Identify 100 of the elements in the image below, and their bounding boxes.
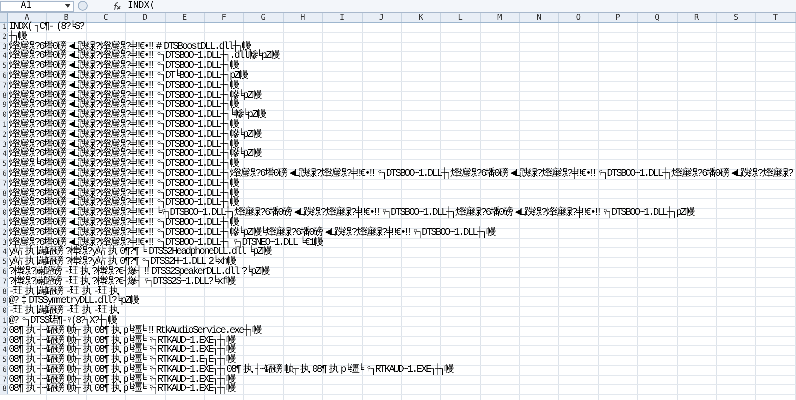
cell-text: ┤~罐磅 (37, 326, 64, 336)
cell-reference: A1 (21, 2, 32, 10)
cell-text: ?榫缐?闢罐磅 (9, 278, 62, 287)
cell-text: ◀L跌缐?烽缠缐?╪‼€•‼ (68, 42, 154, 52)
cell-text: 执 (26, 326, 34, 336)
column-header[interactable]: G (244, 13, 284, 22)
cell-text: -玨 (66, 307, 79, 316)
cell-text: 烽缠缐?6墦0磅 (9, 72, 66, 81)
column-header[interactable]: P (598, 13, 638, 22)
cell-text: p╘缰╘ (123, 326, 146, 336)
cell-text: ♀┐DTSBOO~1.DLL┼┐幔 (156, 62, 238, 71)
cell-text: ◀L跌缐?烽缠缐?╪‼€•‼ (325, 228, 410, 238)
column-header[interactable]: E (166, 13, 205, 22)
cell-text: DTSS2SpeakerDLL.dll (151, 268, 239, 277)
cell-text: 执 (111, 385, 120, 394)
cell-text: 执 (80, 268, 90, 277)
cell-text: 闢罐磅 (36, 258, 63, 267)
cell-text: ◀L跌缐?烽缠缐?╪‼€•‼ (68, 82, 154, 91)
cell-text: ♀┐DT╘BOO~1.DLL┼┐pZ幔 (156, 72, 248, 81)
cell-text: ◀L跌缐?烽缠缐?╪‼€•‼ (68, 170, 154, 179)
column-header[interactable]: J (362, 13, 402, 22)
column-header[interactable]: H (284, 13, 324, 22)
cell-text: 执 (26, 376, 34, 384)
cell-text: 08¶ (9, 385, 23, 394)
function-icon[interactable] (112, 2, 122, 10)
cell-text: 帧┬ (66, 326, 80, 336)
column-header[interactable]: M (480, 13, 520, 22)
cell-text: ♀┐DTSBOO~1.DLL┼┐幔 (156, 180, 238, 189)
cell-text: 执 (82, 288, 90, 296)
cell-text: ♀┐DTSBOO~1.DLL┼┐幓╘pZ幔╘烽缠缐?6墦0磅 (156, 228, 322, 238)
cell-text: 2╘xh幔 (208, 258, 236, 267)
cell-text: ◀L跌缐?烽缠缐?╪‼€•‼ (515, 209, 600, 218)
cell-text: ◀L跌缐?烽缠缐?╪‼€•‼ (68, 218, 154, 228)
formula-text[interactable]: INDX( (128, 2, 156, 10)
column-header[interactable]: R (678, 13, 718, 22)
cell-text: 08¶ (94, 336, 108, 346)
column-header[interactable]: D (126, 13, 166, 22)
cell-text: ◀L跌缐?烽缠缐?╪‼€•‼ (68, 92, 154, 100)
column-header[interactable]: I (323, 13, 363, 22)
cell-text: ♀┐DTSBOO~1.DLL┼┐幔 (156, 82, 238, 91)
cell-text: p╘缰╘ (340, 366, 364, 375)
cell-text: ♀┐DTSBOO~1.DLL┼┐ (156, 238, 230, 248)
column-header[interactable]: C (86, 13, 126, 22)
cell-text: ?╘pZ幔 (242, 268, 269, 277)
cell-text: 执 (111, 356, 120, 365)
cell-text: 烽缠缐?6墦0磅 (9, 140, 66, 150)
cell-text: 08¶ (94, 356, 108, 365)
cell-text: ♀┐DTSBOO~1.DLL┼┐幔 (412, 228, 495, 238)
cell-text: ♀┐DTSBOO~1.DLL┼┐幔 (156, 140, 238, 150)
column-header[interactable]: N (520, 13, 560, 22)
cell-text: ♀┐RTKAUD~1.EXE┐┼┐08¶ (148, 366, 240, 375)
cell-text: 0¶?¶ (120, 248, 138, 258)
column-header[interactable]: Q (638, 13, 678, 22)
column-header[interactable]: A (8, 13, 48, 22)
cell-text: INDX( (9, 23, 32, 32)
cell-text: ╘pZ幔 (248, 248, 271, 258)
cell-text: ◀L跌缐?烽缠缐?╪‼€•‼ (68, 62, 154, 71)
cell-text: ♀┐DTSBOO~1.DLL┼┐幔 (156, 218, 238, 228)
column-header[interactable]: L (441, 13, 481, 22)
cell-text: ?榫缐?闢罐磅 (9, 268, 62, 277)
cell-text: 执 (26, 366, 34, 375)
column-header[interactable]: T (756, 13, 796, 22)
cell-text: ◀L跌缐?烽缠缐?╪‼€•‼ (290, 170, 374, 179)
cell-text: ♀┐DTSBOO~1.DLL┼┐幓╘pZ幔 (156, 92, 261, 100)
cell-text: 帧┬ (284, 366, 298, 375)
name-box[interactable]: A1 (0, 0, 74, 12)
cell-text: -玨 (66, 288, 79, 296)
cell-text: -玨 (93, 288, 107, 296)
column-header[interactable]: F (204, 13, 244, 22)
column-header[interactable]: K (402, 13, 442, 22)
dropdown-caret-icon[interactable] (65, 4, 71, 8)
cell-text: 08¶ (94, 366, 108, 375)
cell-text: ♀┐RTKAUD~1.EXE┐┼┐幔 (148, 385, 236, 394)
cell-text: ┤~罐磅 (37, 376, 64, 384)
cell-text: ♀┐DTSS珺¶-♀(8?┐X?┼┐幔 (21, 316, 117, 326)
cell-text: 08¶ (94, 376, 108, 384)
column-header[interactable]: B (47, 13, 87, 22)
column-header[interactable]: S (717, 13, 756, 22)
cell-text: # (156, 42, 161, 52)
cell-text: ◀L跌缐?烽缠缐?╪‼€•‼ (68, 190, 154, 198)
cell-text: 烽缠缐?6墦0磅 (9, 120, 66, 130)
cell-text: ◀L跌缐?烽缠缐?╪‼€•‼ (68, 228, 154, 238)
cell-text: ◀L跌缐?烽缠缐?╪‼€•‼ (68, 72, 154, 81)
cell-text: 烽缠缐?6墦0磅 (9, 82, 66, 91)
cell-text: 执 (82, 307, 90, 316)
cell-text: 执 (83, 385, 92, 394)
cell-text: ♀┐DTSNEO~1.DLL (232, 238, 298, 248)
cell-text: 烽缠缐?6墦0磅 (9, 180, 66, 189)
cell-text: 烽缠缐?6墦0磅 (9, 130, 66, 140)
cell-text: 烽缠缐?6墦0磅 (9, 190, 66, 198)
cell-text: 执 (26, 336, 34, 346)
cell-text: 帧┬ (66, 385, 80, 394)
cell-text: 执 (300, 366, 310, 375)
column-header[interactable]: O (559, 13, 599, 22)
cell-text: ‼ (144, 268, 148, 277)
cell-text: 烽缠缐?6墦0磅 (9, 218, 66, 228)
cell-text: p╘缰╘ (123, 385, 146, 394)
cell-text: 烽缠缐?6墦0磅 (9, 62, 66, 71)
cell-text: 08¶ (94, 385, 108, 394)
cell-text: ♀┐RTKAUD~1.E┐E┐┼┐幔 (148, 356, 236, 365)
